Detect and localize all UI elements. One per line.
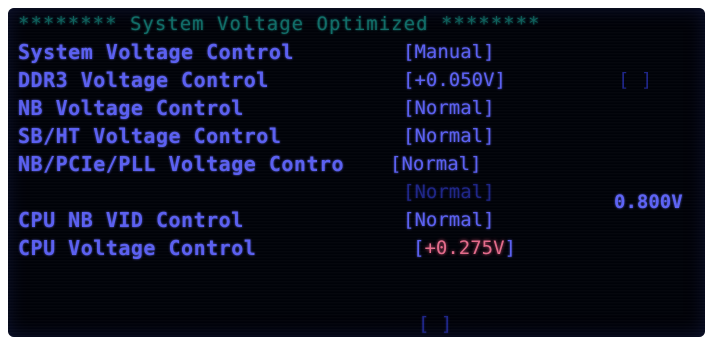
bracket-open: [: [413, 237, 425, 259]
ddr3-voltage-readout: [ ]: [618, 69, 653, 91]
title-stars-left: ********: [18, 13, 118, 35]
setting-value[interactable]: [+0.275V]: [413, 234, 516, 262]
setting-label: CPU Voltage Control: [18, 236, 257, 260]
setting-value[interactable]: [Normal]: [403, 122, 495, 150]
setting-label: NB Voltage Control: [18, 96, 244, 120]
title-stars-right: ********: [440, 13, 541, 35]
setting-row-cpu-nb-vid-control[interactable]: CPU NB VID Control [Normal]: [18, 206, 698, 234]
setting-row-partial: [ ]: [18, 262, 698, 335]
setting-value: [ ]: [418, 313, 453, 335]
setting-row-sb-ht-voltage-control[interactable]: SB/HT Voltage Control [Normal]: [18, 122, 698, 150]
setting-row-dimmed: [Normal] 0.800V: [18, 178, 698, 213]
setting-row-nb-pcie-pll-voltage-control[interactable]: NB/PCIe/PLL Voltage Contro [Normal]: [18, 150, 698, 178]
setting-value[interactable]: [Normal]: [403, 206, 495, 234]
setting-label: NB/PCIe/PLL Voltage Contro: [18, 152, 345, 176]
title-text: System Voltage Optimized: [129, 13, 429, 35]
setting-value[interactable]: [Manual]: [403, 38, 495, 66]
bracket-close: ]: [504, 237, 516, 259]
setting-value[interactable]: [Normal]: [403, 94, 495, 122]
setting-row-nb-voltage-control[interactable]: NB Voltage Control [Normal]: [18, 94, 698, 122]
setting-value[interactable]: [+0.050V]: [403, 66, 506, 94]
setting-row-ddr3-voltage-control[interactable]: DDR3 Voltage Control [+0.050V] [ ]: [18, 66, 698, 94]
bios-screen: ******** System Voltage Optimized ******…: [8, 8, 705, 337]
setting-label: DDR3 Voltage Control: [18, 68, 269, 92]
setting-value-highlight: +0.275V: [424, 237, 505, 259]
setting-label: System Voltage Control: [18, 40, 294, 64]
setting-row-system-voltage-control[interactable]: System Voltage Control [Manual]: [18, 38, 698, 66]
setting-row-cpu-voltage-control[interactable]: CPU Voltage Control [+0.275V]: [18, 234, 698, 262]
section-title: ******** System Voltage Optimized ******…: [18, 13, 698, 35]
setting-label: SB/HT Voltage Control: [18, 124, 282, 148]
setting-value: [Normal]: [403, 181, 495, 203]
setting-label: CPU NB VID Control: [18, 208, 244, 232]
setting-value[interactable]: [Normal]: [390, 150, 482, 178]
